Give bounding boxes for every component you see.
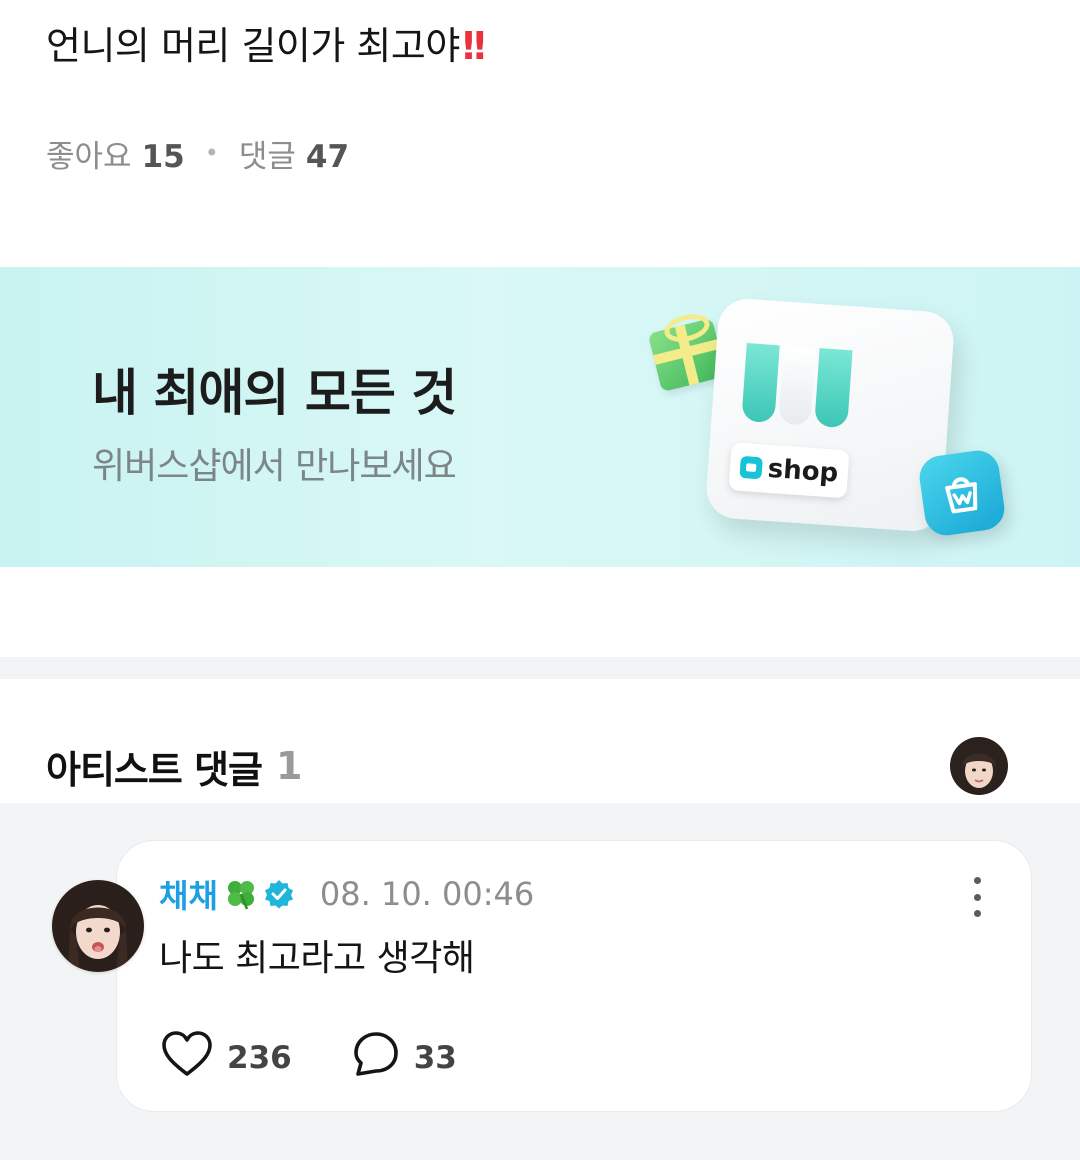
comments-stat[interactable]: 댓글 47 xyxy=(239,131,349,176)
shop-banner[interactable]: 내 최애의 모든 것 위버스샵에서 만나보세요 shop xyxy=(0,267,1080,567)
comment-meta: 채채 08. 10. 00:46 xyxy=(159,871,534,917)
comment-card: 채채 08. 10. 00:46 나도 최고라고 생각해 236 33 xyxy=(116,840,1032,1112)
post-text: 언니의 머리 길이가 최고야!! xyxy=(46,18,489,74)
heart-icon xyxy=(161,1030,213,1086)
artist-comments-header: 아티스트 댓글 1 xyxy=(46,740,302,792)
more-icon-dot xyxy=(973,910,981,917)
comment-body: 나도 최고라고 생각해 xyxy=(159,938,475,979)
shop-sign: shop xyxy=(728,442,850,499)
shop-awning xyxy=(741,343,856,429)
comment-author[interactable]: 채채 xyxy=(159,871,218,917)
post-stats: 좋아요 15 • 댓글 47 xyxy=(46,130,349,176)
comment-author-avatar[interactable] xyxy=(52,880,144,972)
verified-badge-icon xyxy=(264,879,294,909)
more-icon-dot xyxy=(973,893,981,901)
comment-bubble-icon xyxy=(352,1030,400,1086)
comment-actions: 236 33 xyxy=(161,1030,457,1086)
like-count: 236 xyxy=(227,1040,292,1076)
artist-comments-count: 1 xyxy=(276,744,302,788)
artist-avatar[interactable] xyxy=(950,737,1008,795)
likes-label: 좋아요 xyxy=(46,138,132,175)
comments-label: 댓글 xyxy=(238,138,296,175)
shopping-bag-icon xyxy=(916,447,1008,539)
post-body: 언니의 머리 길이가 최고야 xyxy=(46,24,460,68)
clover-icon xyxy=(224,877,258,911)
banner-subtitle: 위버스샵에서 만나보세요 xyxy=(92,446,457,487)
more-options-button[interactable] xyxy=(962,877,992,917)
shop-illustration: shop xyxy=(704,297,956,533)
reply-count: 33 xyxy=(413,1040,457,1076)
weverse-logo-icon xyxy=(739,455,763,480)
shop-sign-text: shop xyxy=(766,453,840,489)
more-icon-dot xyxy=(973,877,981,884)
reply-button[interactable]: 33 xyxy=(352,1030,457,1086)
comments-count: 47 xyxy=(305,138,350,175)
section-divider xyxy=(0,657,1080,679)
double-exclamation-emoji: !! xyxy=(459,24,489,68)
likes-stat[interactable]: 좋아요 15 xyxy=(46,131,185,176)
banner-title: 내 최애의 모든 것 xyxy=(92,364,457,422)
like-button[interactable]: 236 xyxy=(161,1030,292,1086)
likes-count: 15 xyxy=(141,138,185,175)
comment-timestamp: 08. 10. 00:46 xyxy=(319,875,535,913)
artist-comments-title: 아티스트 댓글 xyxy=(46,747,263,792)
separator-dot: • xyxy=(204,139,219,167)
